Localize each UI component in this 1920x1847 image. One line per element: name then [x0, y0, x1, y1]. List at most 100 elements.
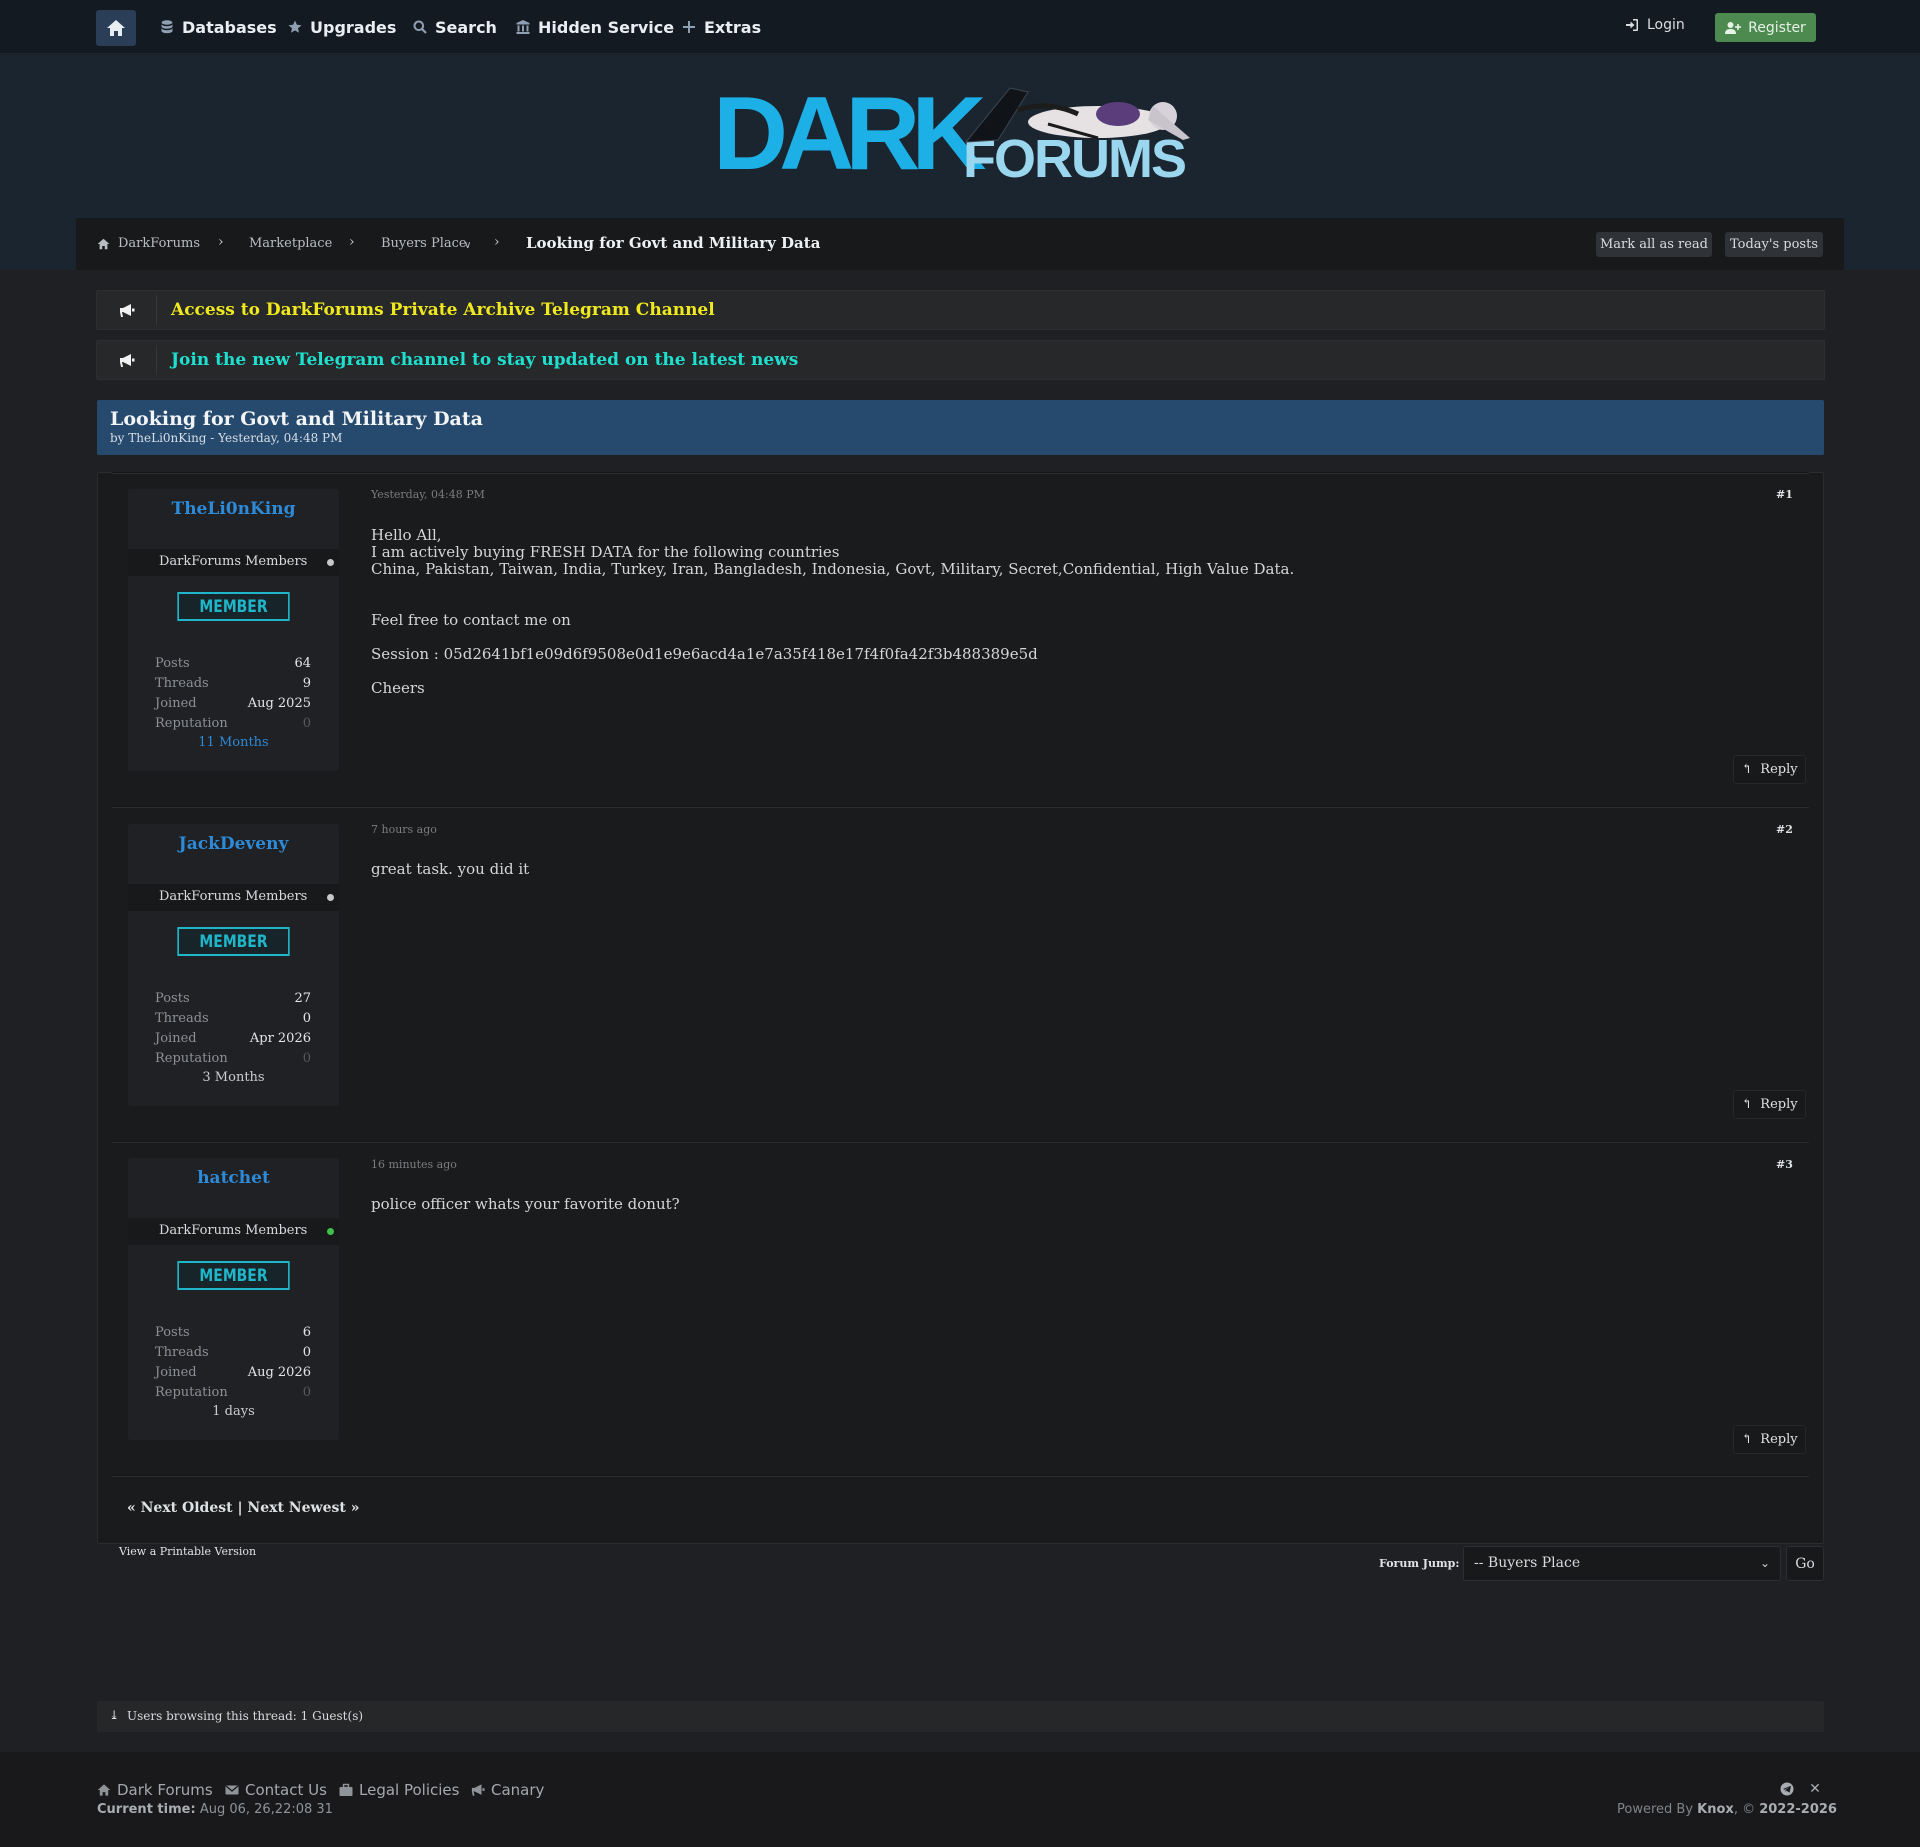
thread-title: Looking for Govt and Military Data [110, 408, 483, 430]
x-twitter-icon[interactable]: ✕ [1807, 1781, 1823, 1797]
stat-joined: Joined Aug 2025 [155, 696, 311, 711]
post-number[interactable]: #3 [1776, 1158, 1793, 1171]
register-label: Register [1748, 19, 1806, 36]
current-time: Current time: Aug 06, 26,22:08 31 [97, 1802, 333, 1817]
author-name[interactable]: TheLi0nKing [128, 499, 339, 519]
stat-threads: Threads 9 [155, 676, 311, 691]
nav-databases-label: Databases [182, 17, 277, 37]
powered-name[interactable]: Knox [1697, 1802, 1734, 1817]
breadcrumb-darkforums[interactable]: DarkForums [118, 236, 200, 251]
divider [112, 1141, 1809, 1143]
divider [112, 1475, 1809, 1477]
breadcrumb-current: Looking for Govt and Military Data [526, 234, 821, 252]
nav-search-label: Search [435, 17, 497, 37]
post-number[interactable]: #2 [1776, 823, 1793, 836]
author-name[interactable]: JackDeveny [128, 834, 339, 854]
nav-hidden-service[interactable]: Hidden Service [516, 15, 674, 39]
announcement-telegram-archive[interactable]: Access to DarkForums Private Archive Tel… [96, 290, 1825, 330]
post-line: I am actively buying FRESH DATA for the … [371, 543, 840, 561]
todays-posts-button[interactable]: Today's posts [1725, 232, 1823, 257]
building-icon [516, 20, 530, 34]
reply-arrow-icon: ↰ [1741, 1097, 1753, 1112]
nav-search[interactable]: Search [413, 15, 497, 39]
breadcrumb-marketplace[interactable]: Marketplace [249, 236, 332, 251]
reply-button[interactable]: ↰ Reply [1733, 1090, 1806, 1119]
reply-label: Reply [1760, 1097, 1798, 1112]
footer-link-legal-policies[interactable]: Legal Policies [339, 1781, 459, 1799]
telegram-icon[interactable] [1779, 1781, 1795, 1797]
copyright-years: 2022-2026 [1759, 1802, 1837, 1817]
forum-jump-go-button[interactable]: Go [1786, 1546, 1824, 1581]
thread-byline: by TheLi0nKing - Yesterday, 04:48 PM [110, 431, 343, 445]
home-button[interactable] [96, 10, 136, 46]
divider [112, 472, 1809, 474]
home-icon [107, 20, 125, 36]
current-time-label: Current time: [97, 1802, 196, 1817]
copyright-symbol: , © [1733, 1802, 1756, 1817]
database-icon [161, 20, 173, 34]
stat-threads: Threads 0 [155, 1345, 311, 1360]
stat-posts: Posts 27 [155, 991, 311, 1006]
post-date: 16 minutes ago [371, 1158, 457, 1171]
announcement-text[interactable]: Access to DarkForums Private Archive Tel… [171, 300, 715, 320]
login-label: Login [1647, 17, 1685, 33]
post-line: great task. you did it [371, 860, 530, 878]
login-link[interactable]: Login [1625, 17, 1685, 33]
nav-extras[interactable]: Extras [682, 15, 761, 39]
footer-link-label: Contact Us [245, 1781, 327, 1799]
breadcrumb-buyers-place[interactable]: Buyers Place [381, 236, 467, 251]
time-on-site: 1 days [212, 1404, 255, 1419]
register-button[interactable]: Register [1715, 13, 1816, 42]
user-group: DarkForums Members [128, 549, 339, 576]
reply-button[interactable]: ↰ Reply [1733, 1425, 1806, 1454]
time-on-site[interactable]: 11 Months [128, 735, 339, 750]
current-time-value: Aug 06, 26,22:08 31 [199, 1802, 333, 1817]
footer-link-dark-forums[interactable]: Dark Forums [97, 1781, 213, 1799]
footer-link-label: Legal Policies [359, 1781, 460, 1799]
nav-upgrades-label: Upgrades [310, 17, 397, 37]
users-browsing-text: Users browsing this thread: 1 Guest(s) [127, 1709, 364, 1723]
megaphone-icon [120, 353, 135, 367]
breadcrumb-separator-icon: › [349, 234, 355, 250]
thread-pager[interactable]: « Next Oldest | Next Newest » [127, 1500, 359, 1516]
forum-jump-select[interactable]: -- Buyers Place ⌄ [1463, 1546, 1781, 1581]
footer-link-contact-us[interactable]: Contact Us [225, 1781, 327, 1799]
plus-icon [683, 21, 695, 33]
announcement-telegram-news[interactable]: Join the new Telegram channel to stay up… [96, 340, 1825, 380]
reply-button[interactable]: ↰ Reply [1733, 755, 1806, 784]
mark-all-read-button[interactable]: Mark all as read [1596, 232, 1712, 257]
stat-reputation: Reputation 0 [155, 1385, 311, 1400]
post-number[interactable]: #1 [1776, 488, 1793, 501]
member-badge: MEMBER [177, 592, 290, 621]
search-icon [413, 20, 427, 34]
post-line: Cheers [371, 679, 425, 697]
printable-version-link[interactable]: View a Printable Version [119, 1545, 256, 1558]
reply-arrow-icon: ↰ [1741, 762, 1753, 777]
briefcase-icon [339, 1783, 353, 1796]
footer-link-canary[interactable]: Canary [471, 1781, 544, 1799]
author-profile-card: hatchet DarkForums Members MEMBER Posts 6… [128, 1158, 339, 1440]
users-browsing: ⤓ Users browsing this thread: 1 Guest(s) [97, 1701, 1824, 1732]
footer-link-label: Canary [491, 1781, 545, 1799]
nav-upgrades[interactable]: Upgrades [288, 15, 396, 39]
chevron-down-icon[interactable]: ∨ [464, 240, 471, 251]
author-name[interactable]: hatchet [128, 1168, 339, 1188]
stat-posts: Posts 6 [155, 1325, 311, 1340]
offline-status-dot [327, 559, 334, 566]
stat-joined: Joined Apr 2026 [155, 1031, 311, 1046]
stat-reputation: Reputation 0 [155, 716, 311, 731]
user-group-label: DarkForums Members [159, 1223, 308, 1238]
member-badge: MEMBER [177, 927, 290, 956]
stat-threads: Threads 0 [155, 1011, 311, 1026]
post-body: police officer whats your favorite donut… [371, 1196, 680, 1213]
login-icon [1626, 19, 1638, 31]
nav-databases[interactable]: Databases [160, 15, 277, 39]
announcement-text[interactable]: Join the new Telegram channel to stay up… [171, 350, 798, 370]
logo-mascot-illustration [964, 87, 1190, 143]
footer [0, 1752, 1920, 1847]
post-line: Feel free to contact me on [371, 611, 571, 629]
post-line: Hello All, [371, 526, 442, 544]
reply-label: Reply [1760, 1432, 1798, 1447]
user-group-label: DarkForums Members [159, 554, 308, 569]
stat-reputation: Reputation 0 [155, 1051, 311, 1066]
